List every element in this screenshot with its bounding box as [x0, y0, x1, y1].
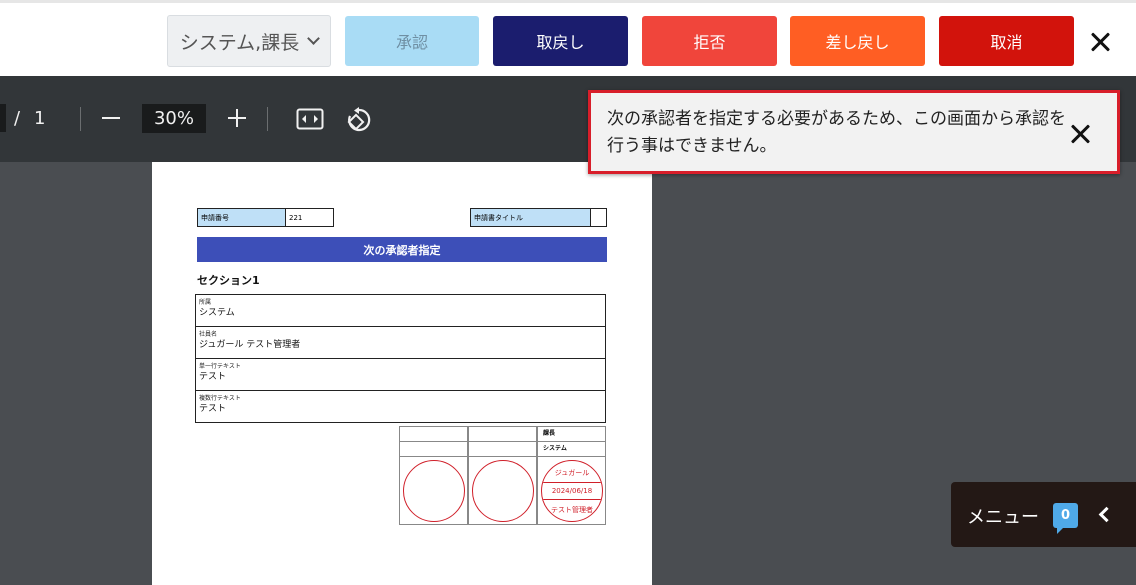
field-value: テスト [199, 404, 227, 414]
field-row: 複数行テキスト テスト [196, 391, 605, 422]
close-icon[interactable] [1089, 31, 1111, 53]
stamp-circle-empty [403, 460, 465, 522]
rotate-icon[interactable] [345, 106, 373, 134]
reject-button[interactable]: 拒否 [642, 16, 777, 66]
menu-label: メニュー [967, 507, 1039, 528]
app-title-value [590, 208, 607, 227]
role-select[interactable]: システム,課長 [167, 15, 331, 67]
toolbar-divider [80, 107, 81, 131]
fit-page-icon[interactable] [296, 108, 324, 130]
app-number-value: 221 [285, 208, 334, 227]
stamp-department-row [400, 442, 467, 457]
field-value: ジュガール テスト管理者 [199, 340, 301, 350]
approval-seal: ジュガール 2024/06/18 テスト管理者 [541, 460, 603, 522]
page-separator: / [14, 108, 21, 129]
stamp-slot-empty [399, 426, 468, 525]
zoom-level-input[interactable]: 30% [142, 104, 206, 133]
field-label: 単一行テキスト [199, 363, 241, 370]
field-label: 所属 [199, 299, 212, 306]
field-row: 社員名 ジュガール テスト管理者 [196, 327, 605, 359]
chevron-down-icon [307, 32, 321, 45]
app-number-table: 申請番号 221 [197, 208, 334, 227]
stamp-slot-manager: 課長 システム ジュガール 2024/06/18 テスト管理者 [537, 426, 606, 525]
page-number-input[interactable] [0, 104, 6, 132]
app-title-table: 申請書タイトル [470, 208, 607, 227]
action-bar: システム,課長 承認 取戻し 拒否 差し戻し 取消 [0, 0, 1136, 76]
send-back-button[interactable]: 差し戻し [790, 16, 925, 66]
menu-toggle[interactable]: メニュー 0 [951, 482, 1136, 547]
document-title: 次の承認者指定 [197, 237, 607, 262]
stamp-position-row [469, 427, 536, 442]
field-label: 複数行テキスト [199, 395, 241, 402]
stamp-circle-empty [472, 460, 534, 522]
stamp-department: システム [538, 442, 605, 457]
document-page: 申請番号 221 申請書タイトル 次の承認者指定 セクション1 所属 システム … [152, 162, 652, 585]
toolbar-divider [267, 107, 268, 131]
role-select-value: システム,課長 [179, 31, 300, 54]
field-row: 単一行テキスト テスト [196, 359, 605, 391]
zoom-in-icon[interactable] [228, 109, 246, 127]
chevron-left-icon[interactable] [1098, 506, 1115, 523]
menu-badge: 0 [1053, 503, 1078, 534]
seal-date: 2024/06/18 [542, 482, 602, 500]
page-total: 1 [34, 108, 46, 129]
seal-name: テスト管理者 [551, 506, 593, 514]
app-number-label: 申請番号 [197, 208, 286, 227]
withdraw-button[interactable]: 取戻し [493, 16, 628, 66]
approve-button[interactable]: 承認 [345, 16, 479, 66]
stamp-department-row [469, 442, 536, 457]
cancel-button[interactable]: 取消 [939, 16, 1074, 66]
field-row: 所属 システム [196, 295, 605, 327]
field-value: テスト [199, 372, 227, 382]
seal-company: ジュガール [554, 469, 590, 477]
notification-toast: 次の承認者を指定する必要があるため、この画面から承認を行う事はできません。 [588, 90, 1120, 174]
notification-message: 次の承認者を指定する必要があるため、この画面から承認を行う事はできません。 [607, 109, 1066, 156]
section-heading: セクション1 [197, 274, 260, 287]
field-value: システム [199, 308, 235, 318]
stamp-position-row [400, 427, 467, 442]
field-label: 社員名 [199, 331, 218, 338]
close-icon[interactable] [1069, 123, 1091, 145]
zoom-out-icon[interactable] [102, 117, 120, 119]
stamp-position: 課長 [538, 427, 605, 442]
form-fields: 所属 システム 社員名 ジュガール テスト管理者 単一行テキスト テスト 複数行… [195, 294, 606, 423]
stamp-slot-empty [468, 426, 537, 525]
app-title-label: 申請書タイトル [470, 208, 591, 227]
